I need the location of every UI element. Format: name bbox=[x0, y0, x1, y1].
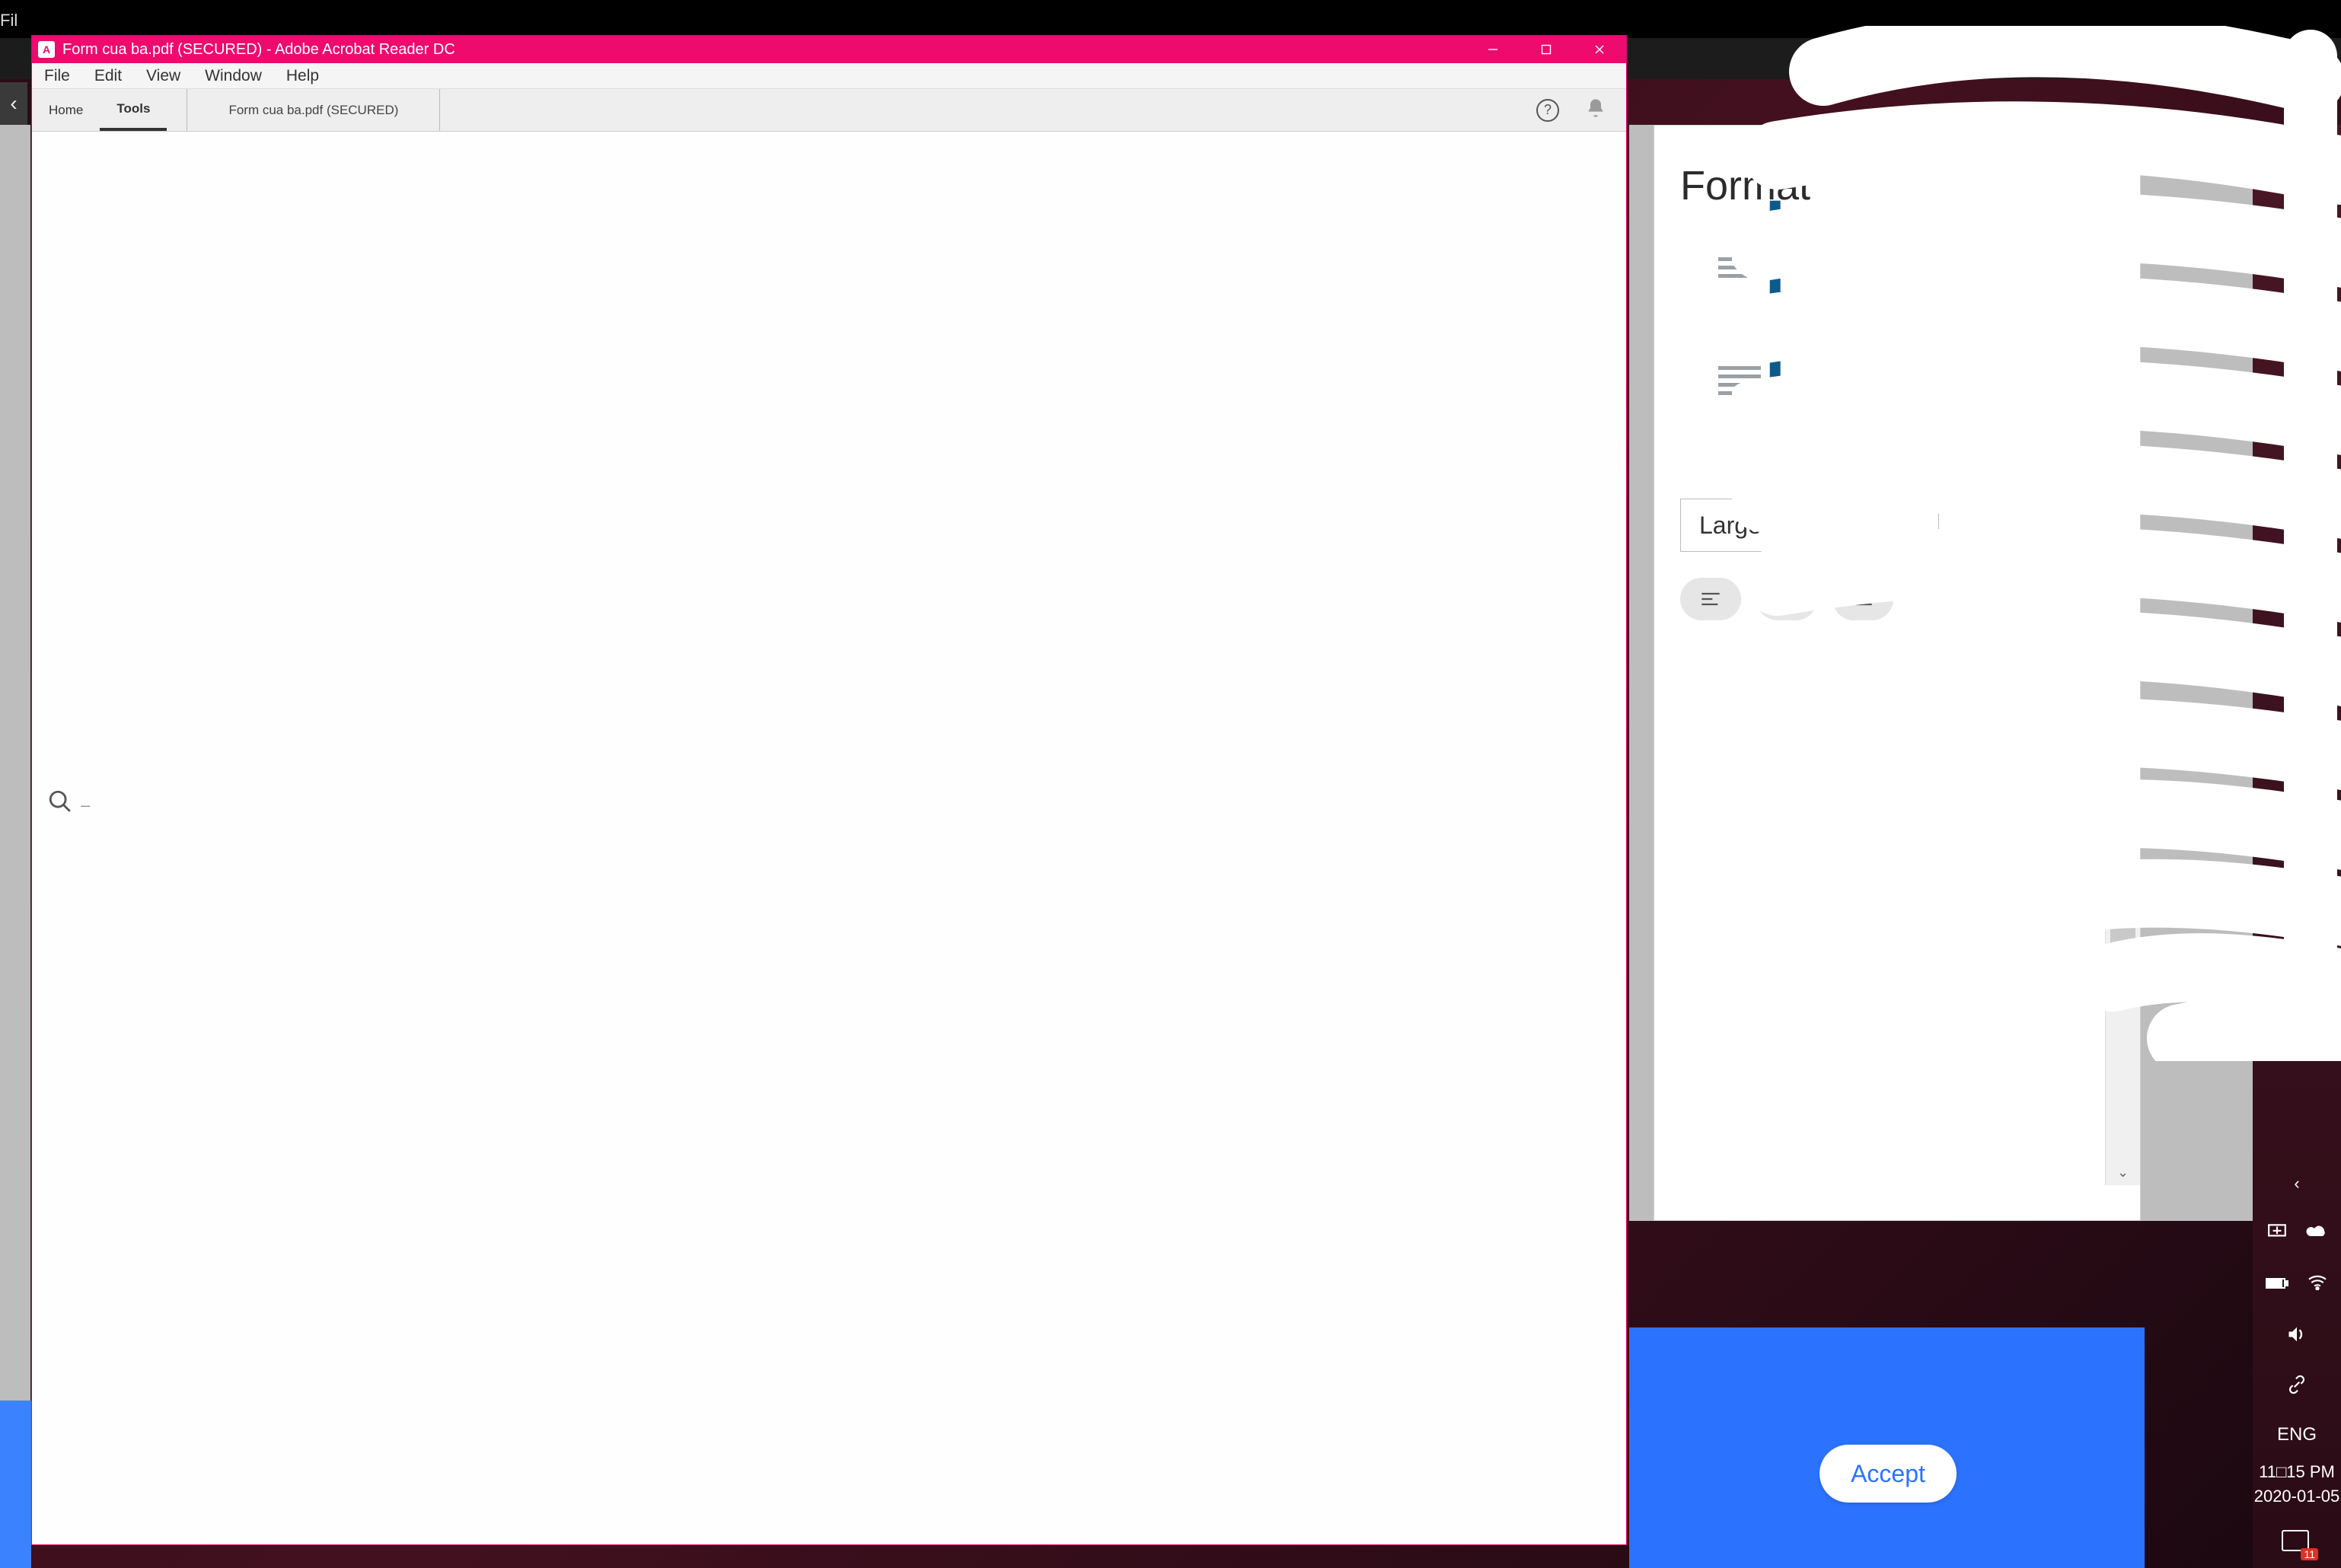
action-center-badge: 11 bbox=[2301, 1548, 2318, 1560]
scrollbar-down-arrow-icon[interactable]: ⌄ bbox=[2106, 1165, 2140, 1181]
find-tool[interactable]: – bbox=[47, 789, 90, 821]
tray-date: 2020-01-05 bbox=[2254, 1484, 2340, 1509]
tray-language-text: ENG bbox=[2277, 1424, 2317, 1445]
magnifier-icon bbox=[47, 789, 73, 821]
menu-window[interactable]: Window bbox=[193, 67, 274, 85]
font-size-value: Large bbox=[1699, 512, 1762, 540]
tray-link-icon[interactable] bbox=[2253, 1359, 2341, 1410]
window-maximize-button[interactable] bbox=[1520, 36, 1573, 63]
format-panel: Format ⎣ ⎣ Large ⌄ bbox=[1654, 125, 2141, 1221]
window-title: Form cua ba.pdf (SECURED) - Adobe Acroba… bbox=[62, 41, 455, 59]
window-close-button[interactable] bbox=[1573, 36, 1626, 63]
tray-time: 11□15 PM bbox=[2254, 1460, 2340, 1484]
tab-bar: Home Tools Form cua ba.pdf (SECURED) ? bbox=[32, 89, 1626, 132]
format-panel-scrollbar[interactable]: ⌄ bbox=[2105, 896, 2140, 1185]
browser-tab-text: why is bbox=[2244, 49, 2291, 69]
tab-home[interactable]: Home bbox=[32, 89, 100, 131]
tray-overflow-chevron[interactable]: ‹ bbox=[2253, 1158, 2341, 1209]
scrollbar-thumb[interactable] bbox=[2110, 902, 2135, 955]
system-tray: ‹ ENG 11□15 PM 2020-01-05 11 bbox=[2253, 125, 2341, 1568]
menu-help[interactable]: Help bbox=[274, 67, 331, 85]
accept-label: Accept bbox=[1851, 1460, 1925, 1488]
tab-tools[interactable]: Tools bbox=[100, 89, 167, 131]
menu-view[interactable]: View bbox=[134, 67, 193, 85]
background-grey-strip bbox=[0, 125, 30, 1568]
format-style-icons: ⎣ ⎣ bbox=[1718, 209, 1806, 444]
tray-clock[interactable]: 11□15 PM 2020-01-05 bbox=[2254, 1460, 2340, 1518]
find-separator: – bbox=[81, 795, 90, 815]
notifications-bell-icon[interactable] bbox=[1585, 97, 1606, 123]
help-icon[interactable]: ? bbox=[1536, 99, 1559, 122]
tab-document[interactable]: Form cua ba.pdf (SECURED) bbox=[187, 89, 440, 131]
onedrive-cloud-icon[interactable] bbox=[2305, 1224, 2327, 1244]
acrobat-window: A Form cua ba.pdf (SECURED) - Adobe Acro… bbox=[31, 35, 1627, 1545]
menu-edit[interactable]: Edit bbox=[82, 67, 134, 85]
align-left-button[interactable] bbox=[1680, 578, 1741, 620]
battery-icon[interactable] bbox=[2266, 1274, 2288, 1294]
desktop-top-blackbar: Fil bbox=[0, 0, 2341, 38]
browser-back-button[interactable]: ‹ bbox=[0, 82, 27, 125]
align-center-button[interactable] bbox=[1756, 578, 1817, 620]
wifi-icon[interactable] bbox=[2307, 1273, 2328, 1295]
background-browser-tab[interactable]: why is A bbox=[2231, 38, 2341, 79]
titlebar[interactable]: A Form cua ba.pdf (SECURED) - Adobe Acro… bbox=[32, 36, 1626, 63]
action-center-button[interactable]: 11 bbox=[2253, 1518, 2341, 1568]
accept-button[interactable]: Accept bbox=[1820, 1445, 1957, 1503]
acrobat-app-icon: A bbox=[38, 41, 55, 58]
menu-bar: File Edit View Window Help bbox=[32, 63, 1626, 89]
chevron-left-icon: ‹ bbox=[10, 91, 17, 116]
background-menu-fragment: Fil bbox=[0, 11, 18, 30]
tray-language[interactable]: ENG bbox=[2253, 1410, 2341, 1460]
font-size-select[interactable]: Large bbox=[1680, 499, 1939, 552]
text-wrap-icon[interactable]: ⎣ bbox=[1764, 228, 1806, 278]
tray-display-icon[interactable] bbox=[2267, 1223, 2287, 1245]
window-minimize-button[interactable] bbox=[1466, 36, 1520, 63]
align-right-button[interactable] bbox=[1832, 578, 1893, 620]
document-viewport[interactable]: – bbox=[32, 132, 1626, 1544]
text-wrap-alt-icon[interactable]: ⎣ bbox=[1764, 345, 1806, 395]
menu-file[interactable]: File bbox=[32, 67, 82, 85]
blue-footer-left-fragment bbox=[0, 1401, 31, 1568]
volume-icon[interactable] bbox=[2253, 1309, 2341, 1359]
alignment-row bbox=[1680, 578, 2114, 620]
chevron-left-icon: ‹ bbox=[2294, 1174, 2299, 1194]
format-heading: Format bbox=[1680, 162, 2114, 209]
adobe-logo-icon: A bbox=[2301, 46, 2327, 72]
